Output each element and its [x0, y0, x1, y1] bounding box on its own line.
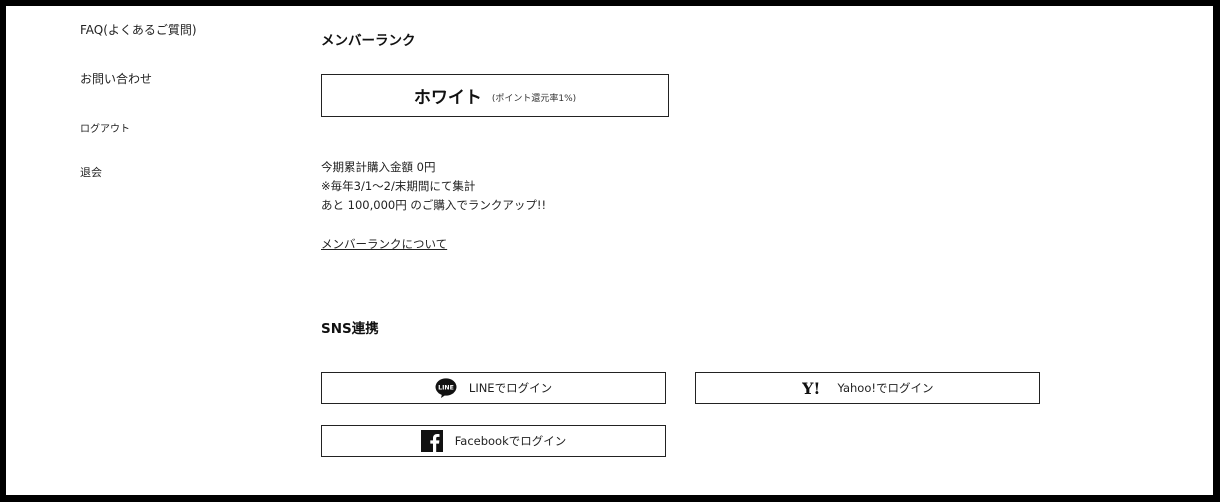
rank-info: 今期累計購入金額 0円 ※毎年3/1～2/末期間にて集計 あと 100,000円… [321, 158, 546, 215]
yahoo-login-button[interactable]: Y! Yahoo!でログイン [695, 372, 1040, 404]
line-icon: LINE [435, 378, 457, 398]
about-member-rank-link[interactable]: メンバーランクについて [321, 236, 447, 252]
sidebar-item-withdraw[interactable]: 退会 [80, 164, 102, 180]
member-rank-title: メンバーランク [321, 33, 416, 49]
svg-text:LINE: LINE [438, 385, 454, 392]
page-frame: FAQ(よくあるご質問) お問い合わせ ログアウト 退会 メンバーランク ホワイ… [6, 6, 1213, 495]
cumulative-purchase: 今期累計購入金額 0円 [321, 160, 436, 174]
yahoo-icon: Y! [802, 380, 826, 396]
sns-link-title: SNS連携 [321, 321, 379, 337]
main-content: メンバーランク ホワイト (ポイント還元率1%) 今期累計購入金額 0円 ※毎年… [321, 6, 1181, 495]
sidebar-item-contact[interactable]: お問い合わせ [80, 70, 152, 87]
rank-point-rate: (ポイント還元率1%) [491, 93, 577, 104]
svg-text:Y!: Y! [802, 380, 820, 396]
facebook-login-label: Facebookでログイン [454, 434, 567, 448]
rank-name: ホワイト [413, 88, 482, 108]
yahoo-login-label: Yahoo!でログイン [837, 381, 934, 395]
facebook-login-button[interactable]: Facebookでログイン [321, 425, 666, 457]
facebook-icon [420, 430, 443, 452]
sidebar-item-faq[interactable]: FAQ(よくあるご質問) [80, 21, 197, 38]
sidebar-item-logout[interactable]: ログアウト [80, 120, 130, 135]
line-login-button[interactable]: LINE LINEでログイン [321, 372, 666, 404]
rank-badge: ホワイト (ポイント還元率1%) [321, 74, 669, 117]
aggregation-period-note: ※毎年3/1～2/末期間にて集計 [321, 179, 476, 193]
line-login-label: LINEでログイン [468, 381, 553, 395]
rank-up-remaining: あと 100,000円 のご購入でランクアップ!! [321, 198, 547, 212]
